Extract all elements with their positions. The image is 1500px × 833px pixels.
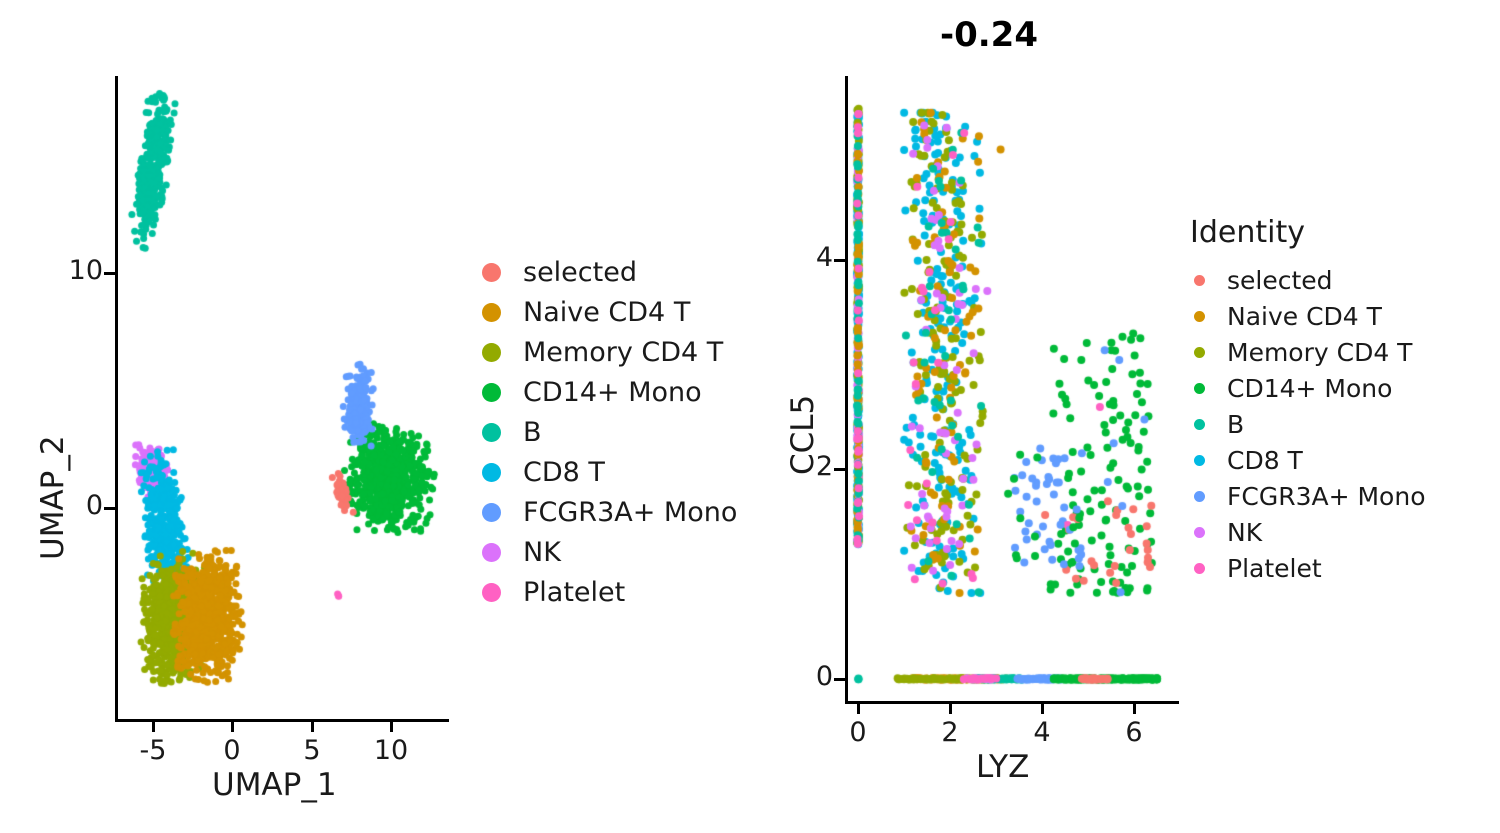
legend-item-label: Naive CD4 T: [523, 296, 691, 328]
legend-item-label: B: [1227, 409, 1245, 439]
umap-legend-item-selected[interactable]: selected: [482, 252, 737, 292]
legend-item-label: CD8 T: [1227, 445, 1303, 475]
legend-color-dot-icon: [482, 262, 501, 282]
identity-legend-item-fcgr3a-mono[interactable]: FCGR3A+ Mono: [1190, 478, 1426, 514]
legend-item-label: NK: [1227, 517, 1263, 547]
ccl5-lyz-scatter-canvas: [848, 76, 1178, 702]
legend-color-dot-icon: [482, 582, 501, 602]
umap-x-tick-label: 0: [223, 735, 241, 766]
legend-color-dot-icon: [1194, 346, 1205, 358]
legend-color-dot-icon: [1194, 382, 1205, 394]
umap-x-tick: [231, 721, 234, 732]
legend-color-dot-icon: [482, 542, 501, 562]
legend-item-label: Naive CD4 T: [1227, 301, 1382, 331]
legend-color-dot-icon: [1194, 274, 1205, 286]
ccl5-y-tick: [834, 259, 845, 262]
legend-item-label: Memory CD4 T: [1227, 337, 1413, 367]
ccl5-lyz-plot-area: [848, 76, 1178, 702]
legend-color-dot-icon: [1194, 418, 1205, 430]
legend-color-dot-icon: [482, 502, 501, 522]
umap-x-tick-label: -5: [139, 735, 167, 766]
legend-item-label: FCGR3A+ Mono: [523, 496, 738, 528]
legend-item-label: CD14+ Mono: [1227, 373, 1393, 403]
lyz-x-tick: [949, 703, 952, 714]
lyz-x-tick: [857, 703, 860, 714]
legend-color-dot-icon: [1194, 526, 1205, 538]
legend-color-dot-icon: [482, 342, 501, 362]
lyz-x-tick: [1041, 703, 1044, 714]
identity-legend-item-naive-cd4-t[interactable]: Naive CD4 T: [1190, 298, 1426, 334]
umap-x-tick: [390, 721, 393, 732]
umap-x-tick-label: 10: [373, 735, 409, 766]
umap-y-tick-label: 0: [85, 490, 103, 521]
lyz-x-tick: [1133, 703, 1136, 714]
umap-legend-item-nk[interactable]: NK: [482, 532, 737, 572]
legend-item-label: Platelet: [523, 576, 626, 608]
ccl5-y-axis-line: [845, 76, 848, 704]
legend-color-dot-icon: [482, 302, 501, 322]
identity-legend-item-nk[interactable]: NK: [1190, 514, 1426, 550]
umap-y-tick-label: 10: [68, 255, 103, 286]
umap-x-axis-title: UMAP_1: [212, 767, 337, 803]
identity-legend-item-cd8-t[interactable]: CD8 T: [1190, 442, 1426, 478]
umap-legend-item-cd8-t[interactable]: CD8 T: [482, 452, 737, 492]
umap-y-axis-line: [115, 76, 118, 722]
umap-y-tick: [104, 272, 115, 275]
legend-item-label: Platelet: [1227, 553, 1322, 583]
ccl5-y-axis-title: CCL5: [785, 394, 821, 475]
lyz-x-tick-label: 2: [941, 717, 959, 748]
identity-legend-item-selected[interactable]: selected: [1190, 262, 1426, 298]
legend-item-label: NK: [523, 536, 561, 568]
umap-panel: 0 10 -5 0 5 10 UMAP_2 UMAP_1 selected Naive C…: [0, 0, 760, 833]
legend-item-label: CD8 T: [523, 456, 605, 488]
figure-root: 0 10 -5 0 5 10 UMAP_2 UMAP_1 selected Naive C…: [0, 0, 1500, 833]
identity-legend-item-platelet[interactable]: Platelet: [1190, 550, 1426, 586]
legend-item-label: CD14+ Mono: [523, 376, 702, 408]
ccl5-y-tick: [834, 678, 845, 681]
umap-legend-item-platelet[interactable]: Platelet: [482, 572, 737, 612]
legend-item-label: B: [523, 416, 542, 448]
umap-x-tick: [311, 721, 314, 732]
legend-color-dot-icon: [1194, 490, 1205, 502]
lyz-x-tick-label: 0: [849, 717, 867, 748]
identity-legend: Identity selected Naive CD4 T Memory CD4 T…: [1190, 218, 1426, 586]
umap-legend-item-b[interactable]: B: [482, 412, 737, 452]
umap-y-tick: [104, 507, 115, 510]
umap-legend-item-naive-cd4-t[interactable]: Naive CD4 T: [482, 292, 737, 332]
umap-legend: selected Naive CD4 T Memory CD4 T CD14+ Mon…: [482, 252, 737, 612]
legend-color-dot-icon: [1194, 310, 1205, 322]
umap-x-tick: [152, 721, 155, 732]
identity-legend-item-memory-cd4-t[interactable]: Memory CD4 T: [1190, 334, 1426, 370]
umap-legend-item-cd14-mono[interactable]: CD14+ Mono: [482, 372, 737, 412]
lyz-x-axis-line: [845, 701, 1179, 704]
identity-legend-title: Identity: [1190, 215, 1305, 250]
umap-x-axis-line: [115, 719, 449, 722]
umap-legend-item-memory-cd4-t[interactable]: Memory CD4 T: [482, 332, 737, 372]
legend-color-dot-icon: [482, 462, 501, 482]
legend-item-label: selected: [523, 256, 637, 288]
identity-legend-item-b[interactable]: B: [1190, 406, 1426, 442]
legend-color-dot-icon: [1194, 454, 1205, 466]
legend-color-dot-icon: [482, 422, 501, 442]
lyz-x-tick-label: 6: [1125, 717, 1143, 748]
identity-legend-item-cd14-mono[interactable]: CD14+ Mono: [1190, 370, 1426, 406]
legend-item-label: FCGR3A+ Mono: [1227, 481, 1426, 511]
legend-color-dot-icon: [482, 382, 501, 402]
ccl5-y-tick-label: 4: [815, 242, 833, 273]
lyz-x-tick-label: 4: [1033, 717, 1051, 748]
umap-x-tick-label: 5: [303, 735, 321, 766]
umap-plot-area: [118, 76, 448, 720]
ccl5-y-tick: [834, 468, 845, 471]
legend-color-dot-icon: [1194, 562, 1205, 574]
ccl5-lyz-title: -0.24: [940, 15, 1038, 55]
umap-y-axis-title: UMAP_2: [35, 435, 71, 560]
ccl5-y-tick-label: 0: [815, 661, 833, 692]
umap-legend-item-fcgr3a-mono[interactable]: FCGR3A+ Mono: [482, 492, 737, 532]
ccl5-lyz-panel: -0.24 024 0246 CCL5 LYZ Identity selecte…: [760, 0, 1500, 833]
umap-scatter-canvas: [118, 76, 448, 720]
legend-item-label: selected: [1227, 265, 1333, 295]
legend-item-label: Memory CD4 T: [523, 336, 724, 368]
lyz-x-axis-title: LYZ: [976, 749, 1030, 785]
